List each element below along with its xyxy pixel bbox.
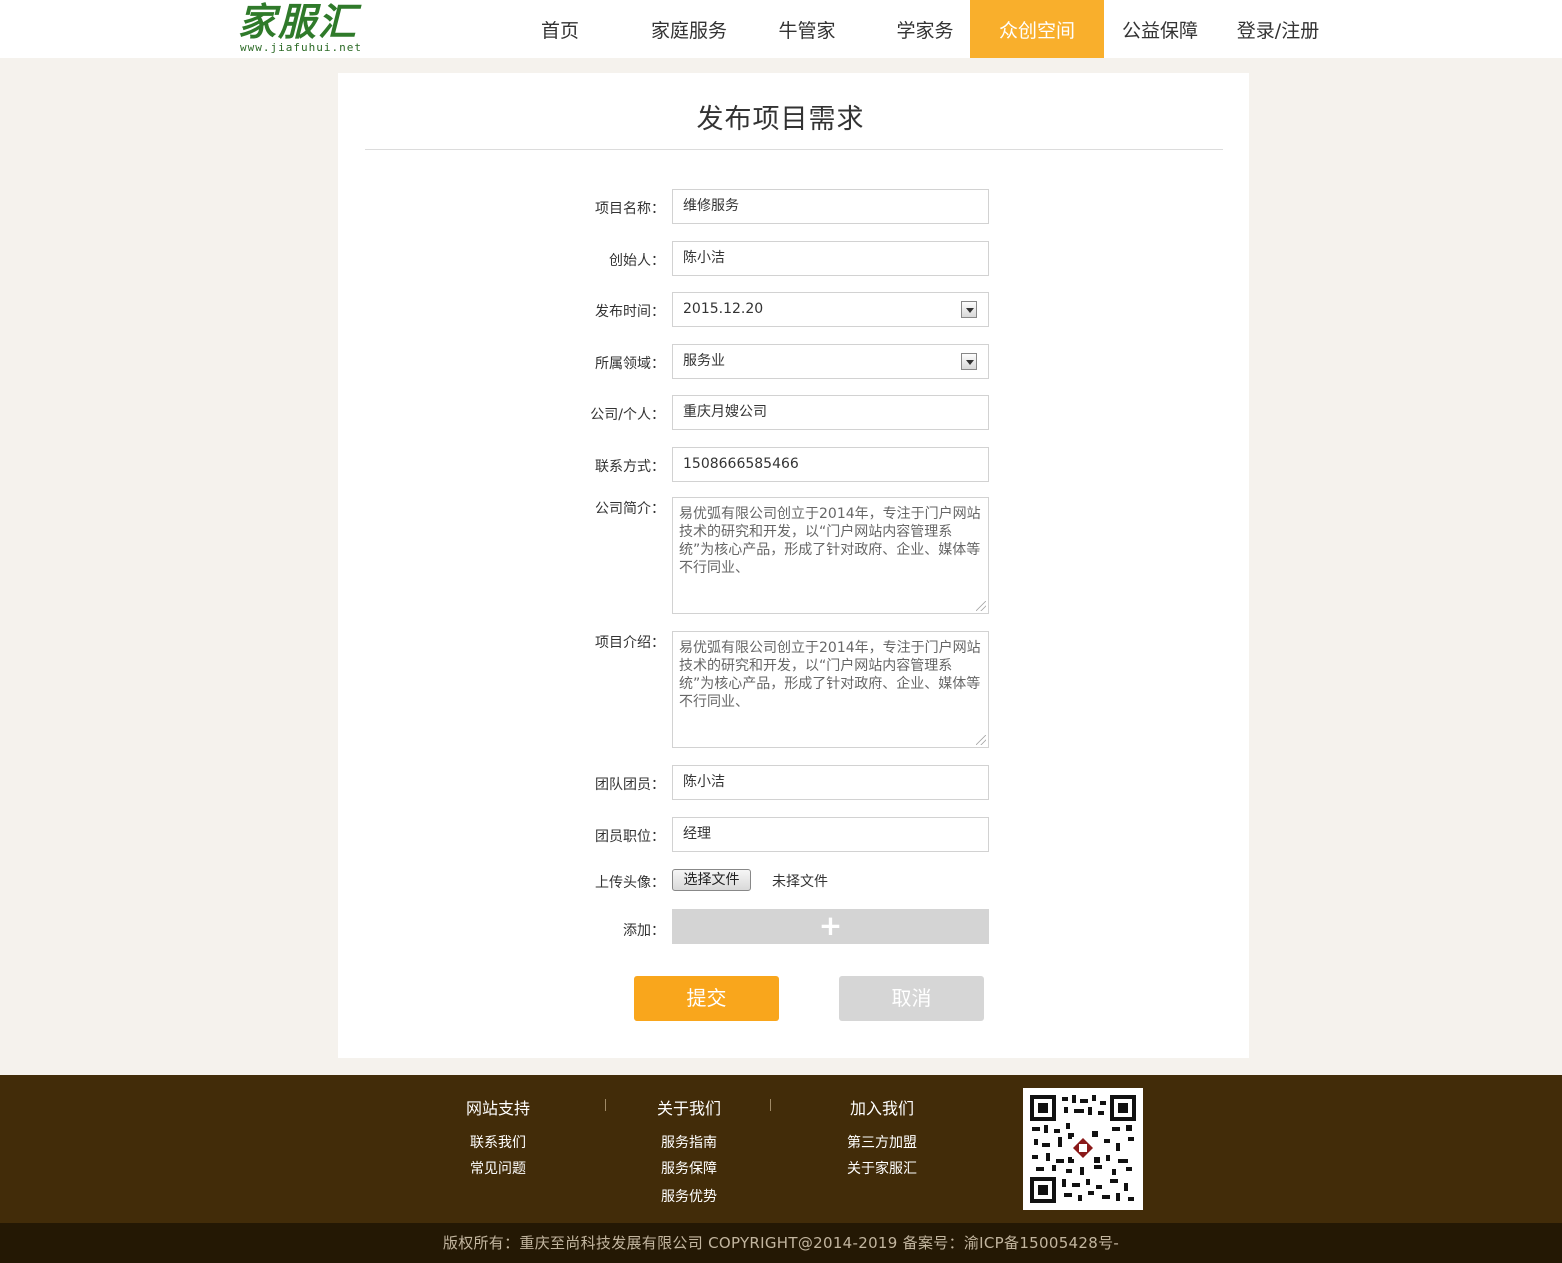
resize-grip-icon[interactable]: [976, 735, 986, 745]
publish-time-value: 2015.12.20: [683, 301, 764, 317]
qr-code-icon: [1028, 1093, 1138, 1205]
footer-divider: [770, 1099, 771, 1111]
add-label: 添加：: [623, 923, 665, 939]
project-name-label: 项目名称：: [595, 201, 665, 217]
footer-link-guide[interactable]: 服务指南: [619, 1132, 759, 1152]
site-logo[interactable]: 家服汇 www.jiafuhui.net: [238, 2, 368, 56]
footer-divider: [605, 1099, 606, 1111]
nav-home[interactable]: 首页: [500, 0, 620, 58]
project-intro-text: 易优弧有限公司创立于2014年，专注于门户网站技术的研究和开发，以“门户网站内容…: [679, 640, 981, 710]
contact-input[interactable]: 1508666585466: [672, 447, 989, 482]
add-member-button[interactable]: +: [672, 909, 989, 944]
resize-grip-icon[interactable]: [976, 601, 986, 611]
cancel-button[interactable]: 取消: [839, 976, 984, 1021]
footer-link-advantage[interactable]: 服务优势: [619, 1186, 759, 1206]
company-intro-text: 易优弧有限公司创立于2014年，专注于门户网站技术的研究和开发，以“门户网站内容…: [679, 506, 981, 576]
footer-link-about-site[interactable]: 关于家服汇: [812, 1158, 952, 1178]
contact-label: 联系方式：: [595, 459, 665, 475]
footer-link-franchise[interactable]: 第三方加盟: [812, 1132, 952, 1152]
nav-learn-housework[interactable]: 学家务: [866, 0, 984, 58]
publish-time-label: 发布时间：: [595, 304, 665, 320]
team-member-label: 团队团员：: [595, 777, 665, 793]
nav-login-register[interactable]: 登录/注册: [1222, 0, 1334, 58]
choose-file-button[interactable]: 选择文件: [672, 869, 751, 891]
member-position-label: 团员职位：: [595, 829, 665, 845]
file-status: 未择文件: [772, 874, 828, 890]
plus-icon: +: [818, 909, 843, 942]
form-panel: 发布项目需求 项目名称： 维修服务 创始人： 陈小洁 发布时间： 2015.12…: [338, 73, 1249, 1058]
member-position-input[interactable]: 经理: [672, 817, 989, 852]
logo-url: www.jiafuhui.net: [240, 41, 362, 54]
dropdown-arrow-icon[interactable]: [961, 353, 977, 370]
title-divider: [365, 149, 1223, 150]
logo-text: 家服汇: [238, 0, 359, 44]
footer-title-about: 关于我们: [656, 1099, 721, 1118]
founder-input[interactable]: 陈小洁: [672, 241, 989, 276]
project-intro-label: 项目介绍：: [595, 635, 665, 651]
company-intro-textarea[interactable]: 易优弧有限公司创立于2014年，专注于门户网站技术的研究和开发，以“门户网站内容…: [672, 497, 989, 614]
field-label: 所属领域：: [595, 356, 665, 372]
nav-butler[interactable]: 牛管家: [750, 0, 864, 58]
founder-label: 创始人：: [609, 253, 665, 269]
field-value: 服务业: [683, 353, 725, 369]
footer-link-faq[interactable]: 常见问题: [428, 1158, 568, 1178]
dropdown-arrow-icon[interactable]: [961, 301, 977, 318]
qr-code: [1023, 1088, 1143, 1210]
top-header: 家服汇 www.jiafuhui.net 首页 家庭服务 牛管家 学家务 众创空…: [0, 0, 1562, 58]
nav-maker-space[interactable]: 众创空间: [970, 0, 1104, 58]
team-member-input[interactable]: 陈小洁: [672, 765, 989, 800]
company-label: 公司/个人：: [590, 407, 665, 423]
publish-time-select[interactable]: 2015.12.20: [672, 292, 989, 327]
avatar-label: 上传头像：: [595, 875, 665, 891]
footer: 网站支持 关于我们 加入我们 联系我们 常见问题 服务指南 服务保障 服务优势 …: [0, 1075, 1562, 1223]
project-name-input[interactable]: 维修服务: [672, 189, 989, 224]
footer-title-join: 加入我们: [849, 1099, 914, 1118]
project-intro-textarea[interactable]: 易优弧有限公司创立于2014年，专注于门户网站技术的研究和开发，以“门户网站内容…: [672, 631, 989, 748]
company-intro-label: 公司简介：: [595, 501, 665, 517]
field-select[interactable]: 服务业: [672, 344, 989, 379]
company-input[interactable]: 重庆月嫂公司: [672, 395, 989, 430]
nav-home-service[interactable]: 家庭服务: [628, 0, 750, 58]
footer-link-guarantee[interactable]: 服务保障: [619, 1158, 759, 1178]
copyright-text: 版权所有：重庆至尚科技发展有限公司 COPYRIGHT@2014-2019 备案…: [0, 1223, 1562, 1263]
submit-button[interactable]: 提交: [634, 976, 779, 1021]
footer-link-contact[interactable]: 联系我们: [428, 1132, 568, 1152]
nav-public-welfare[interactable]: 公益保障: [1104, 0, 1216, 58]
page-title: 发布项目需求: [696, 104, 865, 135]
footer-title-support: 网站支持: [465, 1099, 530, 1118]
